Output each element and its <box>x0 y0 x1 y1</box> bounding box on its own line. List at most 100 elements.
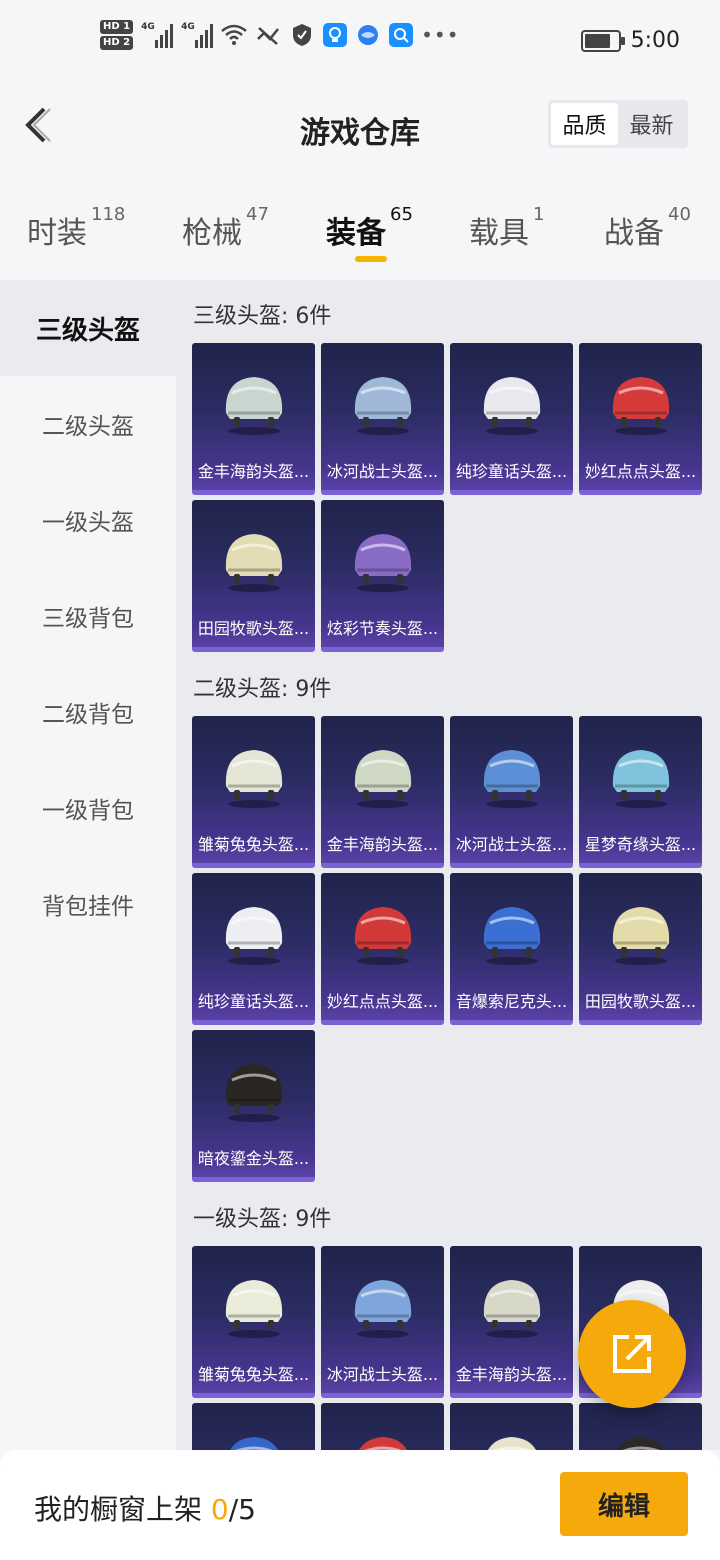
signal-strength-icon: 4G <box>141 22 174 48</box>
tab-supplies-label: 战备 <box>604 216 664 251</box>
sidebar-item-level2-helmet[interactable]: 二级头盔 <box>0 376 176 472</box>
item-card[interactable]: 音爆索尼克头... <box>450 873 573 1025</box>
header: 游戏仓库 品质 最新 <box>0 70 720 180</box>
helmet-icon <box>225 750 283 808</box>
helmet-icon <box>612 377 670 435</box>
signal-strength-2-icon: 4G <box>181 22 214 48</box>
sidebar-item-level2-backpack[interactable]: 二级背包 <box>0 664 176 760</box>
helmet-icon <box>612 750 670 808</box>
sidebar-item-level3-backpack[interactable]: 三级背包 <box>0 568 176 664</box>
tab-vehicles-count: 1 <box>533 204 545 225</box>
helmet-icon <box>354 750 412 808</box>
helmet-icon <box>354 377 412 435</box>
item-card[interactable] <box>192 1403 315 1450</box>
item-card[interactable]: 纯珍童话头盔... <box>450 343 573 495</box>
helmet-icon <box>354 534 412 592</box>
item-grid: 三级头盔: 6件 二级头盔: 9件 一级头盔: 9件 金丰海韵头盔... 冰河战士… <box>176 280 720 1450</box>
browser-app-icon <box>355 22 381 48</box>
helmet-icon <box>612 907 670 965</box>
item-card[interactable]: 金丰海韵头盔... <box>450 1246 573 1398</box>
tab-guns-label: 枪械 <box>182 216 242 251</box>
sort-newest-button[interactable]: 最新 <box>618 103 685 145</box>
item-name: 妙红点点头盔... <box>584 462 697 481</box>
sidebar-item-backpack-charm[interactable]: 背包挂件 <box>0 856 176 952</box>
tab-supplies[interactable]: 战备40 <box>604 204 691 252</box>
bottom-bar: 我的橱窗上架 0/5 编辑 <box>0 1450 720 1560</box>
item-card[interactable]: 雏菊兔兔头盔... <box>192 1246 315 1398</box>
item-card[interactable]: 冰河战士头盔... <box>450 716 573 868</box>
item-card[interactable]: 金丰海韵头盔... <box>192 343 315 495</box>
helmet-icon <box>483 907 541 965</box>
section-title-level1: 一级头盔: 9件 <box>193 1207 332 1232</box>
item-card[interactable]: 暗夜鎏金头盔... <box>192 1030 315 1182</box>
tab-guns[interactable]: 枪械47 <box>182 204 269 252</box>
item-card[interactable]: 星梦奇缘头盔... <box>579 716 702 868</box>
item-card[interactable]: 妙红点点头盔... <box>579 343 702 495</box>
wifi-icon <box>221 22 247 48</box>
showcase-current-count: 0 <box>210 1493 229 1526</box>
sidebar-item-level1-helmet[interactable]: 一级头盔 <box>0 472 176 568</box>
item-name: 田园牧歌头盔... <box>197 619 310 638</box>
item-card[interactable] <box>321 1403 444 1450</box>
item-name: 暗夜鎏金头盔... <box>197 1149 310 1168</box>
tab-vehicles-label: 载具 <box>469 216 529 251</box>
tab-supplies-count: 40 <box>668 204 691 225</box>
tab-equipment[interactable]: 装备65 <box>326 204 413 252</box>
clock: 5:00 <box>630 28 680 53</box>
showcase-status: 我的橱窗上架 0/5 <box>34 1488 256 1528</box>
helmet-icon <box>483 377 541 435</box>
section-title-level2: 二级头盔: 9件 <box>193 677 332 702</box>
item-card[interactable] <box>450 1403 573 1450</box>
more-dots-icon: ••• <box>421 23 460 47</box>
helmet-icon <box>225 1064 283 1122</box>
sort-quality-button[interactable]: 品质 <box>551 103 618 145</box>
sidebar-item-level3-helmet[interactable]: 三级头盔 <box>0 280 176 376</box>
tab-fashion-count: 118 <box>91 204 126 225</box>
item-name: 冰河战士头盔... <box>326 1365 439 1384</box>
item-card[interactable]: 炫彩节奏头盔... <box>321 500 444 652</box>
hd1-badge: HD 1 <box>100 20 134 34</box>
item-name: 炫彩节奏头盔... <box>326 619 439 638</box>
helmet-icon <box>488 1437 536 1450</box>
helmet-icon <box>230 1437 278 1450</box>
hd-indicators: HD 1 HD 2 <box>100 20 134 50</box>
item-name: 纯珍童话头盔... <box>197 992 310 1011</box>
sidebar-item-level1-backpack[interactable]: 一级背包 <box>0 760 176 856</box>
showcase-total-count: /5 <box>228 1493 256 1526</box>
helmet-icon <box>225 1280 283 1338</box>
helmet-icon <box>225 907 283 965</box>
share-external-icon <box>613 1335 651 1373</box>
item-name: 星梦奇缘头盔... <box>584 835 697 854</box>
item-card[interactable]: 金丰海韵头盔... <box>321 716 444 868</box>
helmet-icon <box>483 1280 541 1338</box>
tab-fashion[interactable]: 时装118 <box>27 204 125 252</box>
item-name: 金丰海韵头盔... <box>455 1365 568 1384</box>
sidebar: 三级头盔 二级头盔 一级头盔 三级背包 二级背包 一级背包 背包挂件 <box>0 280 176 1450</box>
item-name: 雏菊兔兔头盔... <box>197 835 310 854</box>
bulb-app-icon <box>323 23 348 47</box>
edit-button[interactable]: 编辑 <box>560 1472 688 1536</box>
helmet-icon <box>617 1437 665 1450</box>
item-card[interactable]: 冰河战士头盔... <box>321 1246 444 1398</box>
item-card[interactable]: 雏菊兔兔头盔... <box>192 716 315 868</box>
item-name: 冰河战士头盔... <box>326 462 439 481</box>
network-type-2-label: 4G <box>181 22 195 32</box>
shield-icon <box>289 22 315 48</box>
network-type-label: 4G <box>141 22 155 32</box>
item-card[interactable] <box>579 1403 702 1450</box>
item-card[interactable]: 冰河战士头盔... <box>321 343 444 495</box>
battery-icon <box>580 29 625 52</box>
item-card[interactable]: 田园牧歌头盔... <box>192 500 315 652</box>
hd2-badge: HD 2 <box>100 36 134 50</box>
item-name: 妙红点点头盔... <box>326 992 439 1011</box>
item-card[interactable]: 纯珍童话头盔... <box>192 873 315 1025</box>
showcase-label: 我的橱窗上架 <box>34 1493 211 1526</box>
category-tabs: 时装118 枪械47 装备65 载具1 战备40 <box>0 190 720 270</box>
item-card[interactable]: 妙红点点头盔... <box>321 873 444 1025</box>
item-name: 金丰海韵头盔... <box>197 462 310 481</box>
tab-vehicles[interactable]: 载具1 <box>469 204 544 252</box>
item-card[interactable]: 田园牧歌头盔... <box>579 873 702 1025</box>
active-tab-indicator <box>355 256 387 262</box>
tab-guns-count: 47 <box>246 204 269 225</box>
share-button[interactable] <box>578 1300 686 1408</box>
